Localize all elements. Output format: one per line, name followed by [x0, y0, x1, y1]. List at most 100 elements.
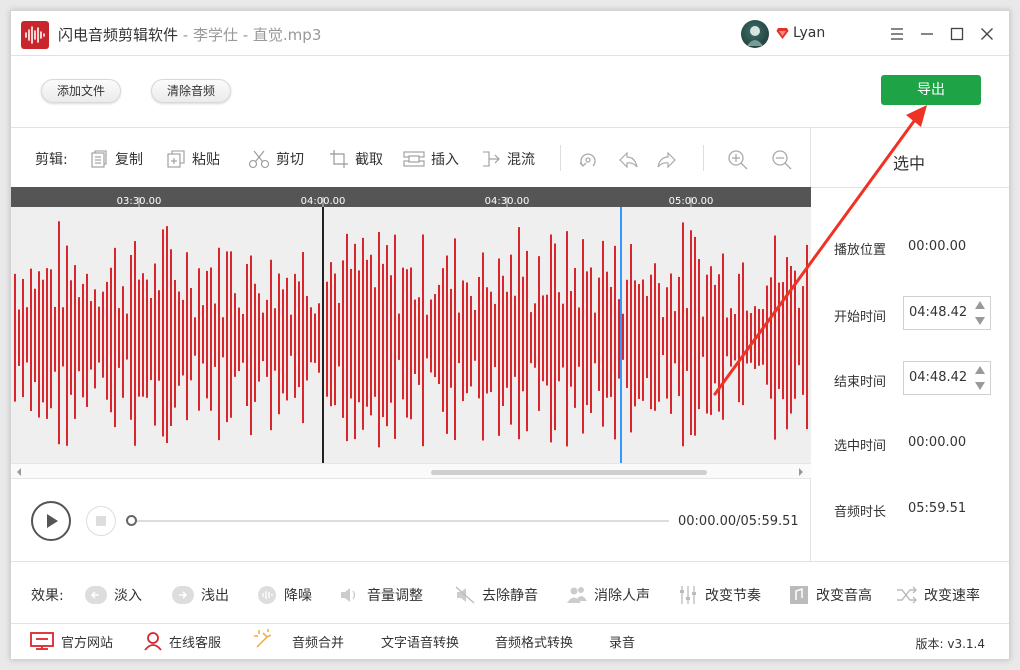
effects-label: 效果:	[31, 588, 64, 604]
zoom-in-icon[interactable]	[727, 149, 749, 171]
end-time-label: 结束时间	[834, 375, 887, 390]
avatar[interactable]	[741, 20, 769, 48]
format-convert-link[interactable]: 音频格式转换	[495, 631, 573, 651]
selected-time-value: 00:00.00	[908, 435, 967, 450]
denoise-label: 降噪	[284, 588, 312, 604]
scissors-icon	[248, 150, 270, 169]
tick-label: 05:00.00	[668, 196, 714, 207]
merge-link[interactable]: 音频合并	[292, 631, 344, 651]
end-time-value: 04:48.42	[909, 370, 968, 385]
insert-button[interactable]: 插入	[403, 149, 459, 169]
app-name: 闪电音频剪辑软件	[58, 26, 179, 44]
start-time-value: 04:48.42	[909, 305, 968, 320]
volume-label: 音量调整	[367, 588, 423, 604]
app-logo-icon	[21, 21, 49, 49]
mute-icon	[455, 586, 475, 604]
tick-label: 04:30.00	[484, 196, 530, 207]
remove-vocals-button[interactable]: 消除人声	[566, 585, 650, 605]
cut-button[interactable]: 剪切	[248, 149, 304, 169]
change-tempo-button[interactable]: 改变节奏	[677, 585, 761, 605]
mix-icon	[483, 151, 500, 167]
toolbar-divider	[703, 145, 704, 171]
crop-label: 截取	[355, 152, 383, 168]
website-link[interactable]: 官方网站	[29, 631, 113, 651]
decrement-icon[interactable]	[975, 382, 985, 390]
scroll-left-icon[interactable]	[15, 467, 23, 477]
minimize-icon[interactable]	[915, 22, 939, 46]
paste-button[interactable]: 粘贴	[166, 149, 220, 169]
change-tempo-label: 改变节奏	[705, 588, 761, 604]
selection-title: 选中	[893, 154, 926, 173]
app-window: 闪电音频剪辑软件 - 李学仕 - 直觉.mp3 Lyan 添加文件 清除音频 导…	[10, 10, 1010, 660]
play-position-label: 播放位置	[834, 243, 887, 258]
record-link[interactable]: 录音	[609, 631, 635, 651]
tick-label: 04:00.00	[300, 196, 346, 207]
clear-audio-button[interactable]: 清除音频	[151, 79, 231, 103]
undo-icon[interactable]	[617, 149, 639, 171]
remove-silence-label: 去除静音	[482, 588, 538, 604]
zoom-out-icon[interactable]	[771, 149, 793, 171]
toolbar-divider	[560, 145, 561, 171]
support-label: 在线客服	[169, 635, 222, 651]
waveform-area[interactable]	[11, 207, 811, 463]
add-file-button[interactable]: 添加文件	[41, 79, 121, 103]
tick-label: 03:30.00	[116, 196, 162, 207]
volume-icon	[341, 588, 356, 602]
waveform	[14, 207, 808, 463]
sparkle-icon	[254, 629, 272, 648]
monitor-icon	[30, 632, 54, 650]
mix-button[interactable]: 混流	[481, 149, 535, 169]
reset-icon[interactable]	[577, 149, 599, 171]
maximize-icon[interactable]	[945, 22, 969, 46]
file-title: 李学仕 - 直觉.mp3	[192, 26, 322, 44]
cut-label: 剪切	[276, 152, 304, 168]
tempo-icon	[680, 586, 696, 604]
fade-out-button[interactable]: 浅出	[171, 585, 229, 605]
export-button[interactable]: 导出	[881, 75, 981, 105]
insert-icon	[403, 151, 425, 167]
shuffle-icon	[897, 586, 917, 604]
end-time-stepper[interactable]: 04:48.42	[903, 361, 991, 395]
change-speed-button[interactable]: 改变速率	[896, 585, 980, 605]
increment-icon[interactable]	[975, 301, 985, 309]
fade-in-icon	[85, 586, 107, 604]
crop-button[interactable]: 截取	[329, 149, 383, 169]
remove-vocals-label: 消除人声	[594, 588, 650, 604]
pitch-icon	[790, 586, 808, 604]
denoise-icon	[258, 586, 276, 604]
increment-icon[interactable]	[975, 366, 985, 374]
start-time-stepper[interactable]: 04:48.42	[903, 296, 991, 330]
duration-value: 05:59.51	[908, 501, 967, 516]
progress-knob[interactable]	[126, 515, 137, 526]
change-pitch-button[interactable]: 改变音高	[788, 585, 872, 605]
stop-button[interactable]	[86, 506, 116, 536]
volume-button[interactable]: 音量调整	[339, 585, 423, 605]
menu-icon[interactable]	[885, 22, 909, 46]
redo-icon[interactable]	[656, 149, 678, 171]
scroll-right-icon[interactable]	[797, 467, 805, 477]
play-icon	[47, 514, 58, 528]
user-icon	[144, 632, 162, 651]
denoise-button[interactable]: 降噪	[256, 585, 312, 605]
remove-silence-button[interactable]: 去除静音	[454, 585, 538, 605]
change-speed-label: 改变速率	[924, 588, 980, 604]
decrement-icon[interactable]	[975, 317, 985, 325]
username[interactable]: Lyan	[793, 25, 825, 41]
paste-icon	[167, 150, 185, 168]
mix-label: 混流	[507, 152, 535, 168]
fade-out-icon	[172, 586, 194, 604]
close-icon[interactable]	[975, 22, 999, 46]
play-button[interactable]	[31, 501, 71, 541]
selected-time-label: 选中时间	[834, 439, 887, 454]
horizontal-scrollbar[interactable]	[11, 463, 811, 479]
stop-icon	[96, 516, 106, 526]
fade-in-button[interactable]: 淡入	[84, 585, 142, 605]
tts-link[interactable]: 文字语音转换	[381, 631, 459, 651]
title-separator: -	[178, 26, 193, 44]
vip-diamond-icon	[776, 28, 789, 39]
edit-label: 剪辑:	[35, 152, 68, 168]
support-link[interactable]: 在线客服	[143, 631, 221, 651]
scrollbar-thumb[interactable]	[431, 470, 707, 475]
copy-button[interactable]: 复制	[89, 149, 143, 169]
progress-track[interactable]	[134, 520, 669, 522]
